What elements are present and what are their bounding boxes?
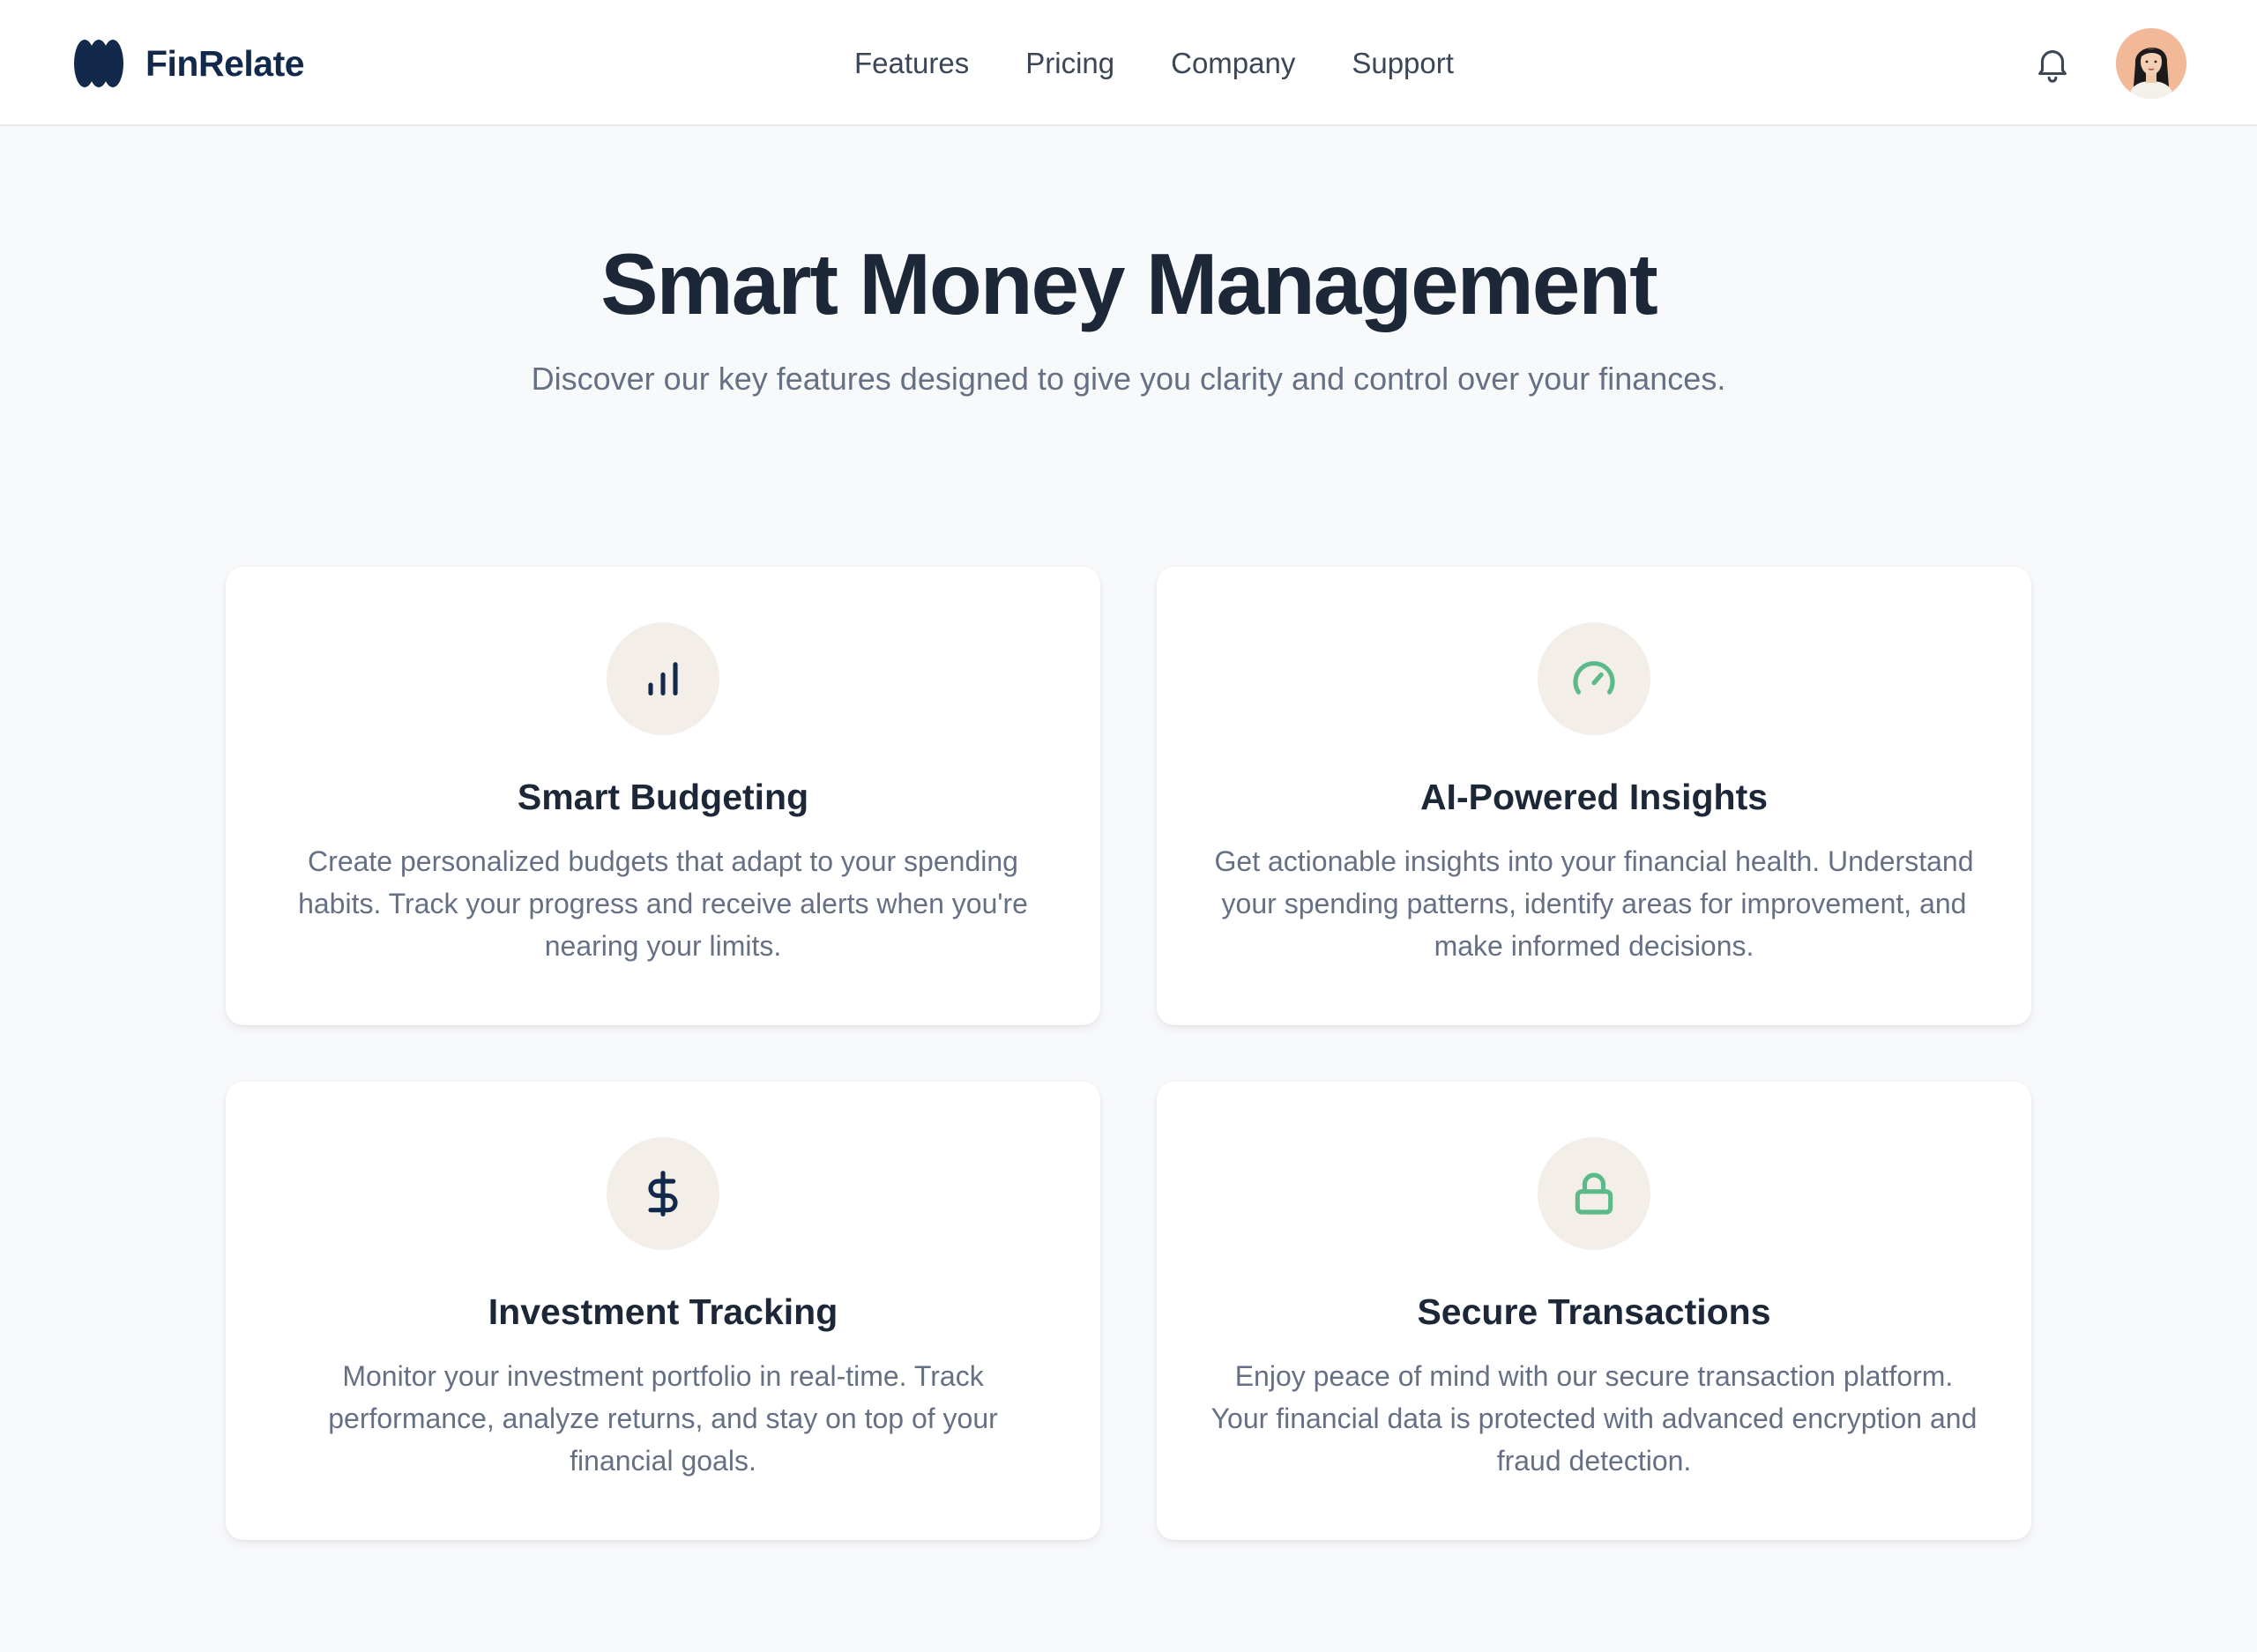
main-nav: Features Pricing Company Support: [854, 39, 1454, 88]
bell-icon[interactable]: [2032, 42, 2073, 85]
nav-company[interactable]: Company: [1171, 47, 1295, 80]
brand-name: FinRelate: [145, 42, 305, 84]
avatar-portrait: [2116, 28, 2186, 99]
feature-description: Monitor your investment portfolio in rea…: [328, 1360, 998, 1477]
feature-card-investment-tracking: Investment Tracking Monitor your investm…: [226, 1082, 1100, 1540]
lock-icon: [1575, 1172, 1613, 1215]
feature-title: AI-Powered Insights: [1419, 777, 1769, 817]
feature-icon-badge: [607, 1137, 719, 1250]
feature-icon-badge: [1538, 622, 1650, 735]
brand-logo-icon: [74, 40, 123, 87]
user-avatar[interactable]: [2116, 28, 2186, 99]
feature-title: Investment Tracking: [488, 1291, 838, 1332]
nav-pricing[interactable]: Pricing: [1025, 47, 1114, 80]
nav-features[interactable]: Features: [854, 47, 969, 80]
page-title: Smart Money Management: [600, 235, 1658, 332]
bar-chart-icon: [648, 662, 678, 696]
feature-icon-badge: [1538, 1137, 1650, 1250]
feature-description: Enjoy peace of mind with our secure tran…: [1210, 1360, 1978, 1477]
page-subtitle: Discover our key features designed to gi…: [531, 361, 1726, 397]
feature-description: Get actionable insights into your financ…: [1214, 845, 1974, 962]
feature-card-smart-budgeting: Smart Budgeting Create personalized budg…: [226, 567, 1100, 1025]
nav-support[interactable]: Support: [1352, 47, 1454, 80]
feature-title: Secure Transactions: [1417, 1291, 1771, 1332]
feature-card-secure-transactions: Secure Transactions Enjoy peace of mind …: [1157, 1082, 2031, 1540]
feature-icon-badge: [607, 622, 719, 735]
feature-card-ai-insights: AI-Powered Insights Get actionable insig…: [1157, 567, 2031, 1025]
gauge-icon: [1573, 661, 1615, 695]
top-navbar: FinRelate Features Pricing Company Suppo…: [0, 0, 2257, 126]
dollar-icon: [648, 1171, 678, 1217]
feature-description: Create personalized budgets that adapt t…: [298, 845, 1028, 962]
brand[interactable]: FinRelate: [73, 35, 305, 92]
feature-title: Smart Budgeting: [517, 777, 809, 817]
